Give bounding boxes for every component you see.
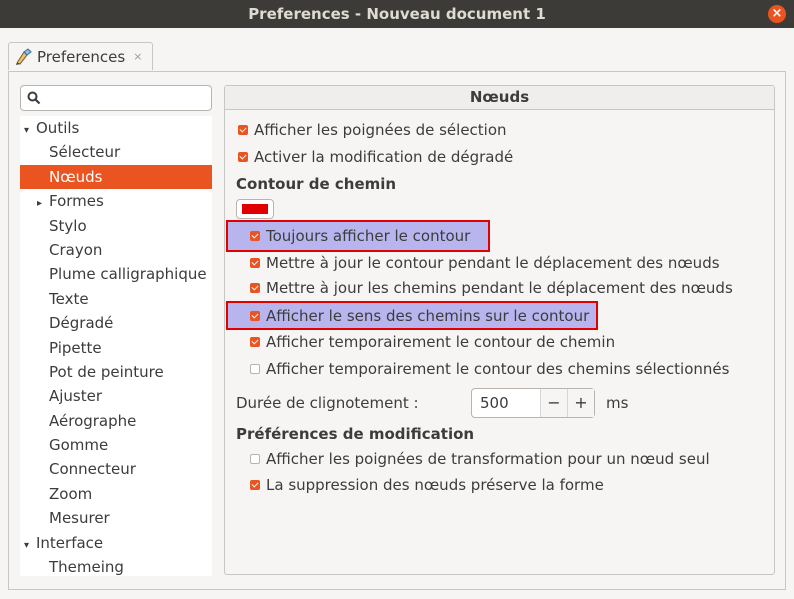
path-color-button[interactable] (236, 199, 274, 219)
option-label: Toujours afficher le contour (266, 227, 471, 245)
option-row[interactable]: Mettre à jour le contour pendant le dépl… (250, 254, 720, 272)
color-swatch (242, 204, 268, 214)
search-input[interactable] (20, 85, 212, 111)
option-label: Afficher le sens des chemins sur le cont… (266, 306, 590, 325)
checkbox-checked[interactable] (238, 152, 248, 162)
option-row-highlighted[interactable]: Afficher le sens des chemins sur le cont… (226, 301, 598, 330)
option-label: Activer la modification de dégradé (254, 148, 514, 166)
tree-item-label: Themeing (49, 558, 124, 576)
tree-item-label: Interface (36, 533, 104, 552)
tree-item-label: Mesurer (49, 509, 110, 528)
tree-item-label: Plume calligraphique (49, 265, 207, 284)
tree-item-label: Connecteur (49, 460, 136, 479)
tree-item-label: Pot de peinture (49, 362, 164, 381)
option-label: La suppression des nœuds préserve la for… (266, 476, 604, 494)
tree-item-label: Dégradé (49, 314, 114, 333)
checkbox-checked[interactable] (250, 231, 260, 241)
tree-item[interactable]: Stylo (20, 214, 212, 238)
tree-item[interactable]: Pot de peinture (20, 360, 212, 384)
checkbox-checked[interactable] (250, 310, 260, 321)
tree-item-label: Stylo (49, 216, 87, 235)
option-row[interactable]: Afficher temporairement le contour des c… (250, 360, 729, 378)
window-title: Preferences - Nouveau document 1 (248, 5, 546, 23)
tree-item[interactable]: Sélecteur (20, 140, 212, 164)
tree-item-label: Crayon (49, 240, 103, 259)
option-row-highlighted[interactable]: Toujours afficher le contour (226, 220, 490, 252)
checkbox-checked[interactable] (238, 125, 248, 135)
increment-button[interactable]: + (567, 389, 594, 417)
tree-item[interactable]: Pipette (20, 336, 212, 360)
option-row[interactable]: Afficher temporairement le contour de ch… (250, 333, 615, 351)
option-label: Afficher temporairement le contour de ch… (266, 333, 616, 351)
decrement-button[interactable]: − (540, 389, 567, 417)
search-icon (27, 91, 41, 105)
window-titlebar: Preferences - Nouveau document 1 × (0, 0, 794, 28)
option-row[interactable]: Afficher les poignées de transformation … (250, 450, 710, 468)
checkbox-checked[interactable] (250, 258, 260, 268)
tree-item[interactable]: Texte (20, 287, 212, 311)
tree-item-label: Formes (49, 192, 104, 211)
tree-item[interactable]: Zoom (20, 482, 212, 506)
tree-item[interactable]: Themeing (20, 555, 212, 576)
option-label: Mettre à jour les chemins pendant le dép… (266, 279, 733, 297)
tab-bar: Preferences × (0, 28, 794, 72)
blink-unit: ms (606, 394, 629, 412)
tree-item[interactable]: ▸ Formes (20, 189, 212, 213)
checkbox-unchecked[interactable] (250, 364, 260, 374)
close-icon: × (771, 6, 783, 21)
checkbox-checked[interactable] (250, 337, 260, 347)
tree-item-label: Sélecteur (49, 143, 121, 162)
tab-label: Preferences (37, 47, 126, 66)
option-row[interactable]: La suppression des nœuds préserve la for… (250, 476, 604, 494)
tree-item[interactable]: ▾ Interface (20, 531, 212, 555)
option-label: Afficher les poignées de transformation … (266, 450, 710, 468)
tab-close-icon[interactable]: × (133, 50, 142, 63)
tree-item-label: Zoom (49, 484, 93, 503)
option-label: Afficher les poignées de sélection (254, 121, 507, 139)
panel-title: Nœuds (225, 86, 774, 110)
checkbox-checked[interactable] (250, 283, 260, 293)
tree-item-label: Texte (49, 289, 89, 308)
blink-duration-value[interactable]: 500 (472, 389, 540, 417)
tree-item-label: Gomme (49, 436, 109, 455)
tree-item[interactable]: Ajuster (20, 384, 212, 408)
expand-down-icon[interactable]: ▾ (24, 534, 36, 558)
tree-item-label: Pipette (49, 338, 102, 357)
blink-label: Durée de clignotement : (236, 394, 419, 412)
category-tree: ▾ Outils Sélecteur Nœuds ▸ Formes Stylo Crayon P… (20, 116, 212, 576)
tree-item-label: Ajuster (49, 387, 103, 406)
option-label: Afficher temporairement le contour des c… (266, 360, 730, 378)
expand-down-icon[interactable]: ▾ (24, 119, 36, 143)
tree-item[interactable]: Crayon (20, 238, 212, 262)
tree-item-label: Nœuds (49, 167, 103, 186)
option-row[interactable]: Mettre à jour les chemins pendant le dép… (250, 279, 733, 297)
option-row[interactable]: Afficher les poignées de sélection (238, 121, 507, 139)
tree-item[interactable]: Dégradé (20, 311, 212, 335)
window-close-button[interactable]: × (768, 5, 786, 23)
tab-preferences[interactable]: Preferences × (8, 42, 153, 70)
checkbox-checked[interactable] (250, 480, 260, 490)
tree-item[interactable]: Nœuds (20, 164, 212, 190)
tree-item[interactable]: Connecteur (20, 457, 212, 481)
section-edit-preferences: Préférences de modification (236, 425, 475, 443)
expand-right-icon[interactable]: ▸ (37, 192, 49, 216)
tree-item[interactable]: Plume calligraphique (20, 262, 212, 286)
option-row[interactable]: Activer la modification de dégradé (238, 148, 513, 166)
tree-item[interactable]: Mesurer (20, 506, 212, 530)
option-label: Mettre à jour le contour pendant le dépl… (266, 254, 720, 272)
tree-item[interactable]: ▾ Outils (20, 116, 212, 140)
blink-duration-stepper[interactable]: 500 − + (471, 388, 595, 418)
section-path-outline: Contour de chemin (236, 175, 397, 193)
checkbox-unchecked[interactable] (250, 454, 260, 464)
tree-item-label: Aérographe (49, 411, 137, 430)
tree-item[interactable]: Gomme (20, 433, 212, 457)
tree-item[interactable]: Aérographe (20, 409, 212, 433)
preferences-icon (16, 47, 32, 65)
tree-item-label: Outils (36, 119, 80, 137)
